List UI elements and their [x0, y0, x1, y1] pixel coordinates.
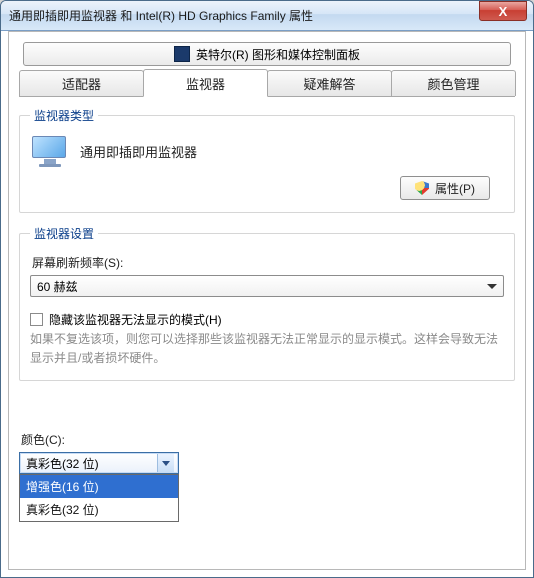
properties-window: 通用即插即用监视器 和 Intel(R) HD Graphics Family … — [0, 0, 534, 578]
monitor-name: 通用即插即用监视器 — [80, 142, 197, 161]
tab-monitor[interactable]: 监视器 — [143, 69, 268, 97]
color-label: 颜色(C): — [21, 431, 515, 448]
close-icon: X — [499, 4, 508, 19]
tab-label: 监视器 — [186, 74, 225, 93]
chevron-down-icon — [162, 461, 170, 466]
group-legend: 监视器设置 — [30, 225, 98, 242]
window-title: 通用即插即用监视器 和 Intel(R) HD Graphics Family … — [9, 7, 479, 24]
refresh-rate-value: 60 赫兹 — [37, 278, 78, 295]
option-label: 增强色(16 位) — [26, 480, 99, 494]
color-select-dropdown-button[interactable] — [157, 454, 174, 472]
tab-adapter[interactable]: 适配器 — [19, 70, 144, 96]
chevron-down-icon — [487, 284, 497, 289]
titlebar[interactable]: 通用即插即用监视器 和 Intel(R) HD Graphics Family … — [1, 1, 533, 31]
intel-control-panel-label: 英特尔(R) 图形和媒体控制面板 — [196, 46, 360, 63]
tab-label: 疑难解答 — [303, 74, 355, 93]
refresh-rate-label: 屏幕刷新频率(S): — [32, 254, 504, 271]
color-select[interactable]: 真彩色(32 位) — [19, 452, 179, 474]
color-option-32bit[interactable]: 真彩色(32 位) — [20, 498, 178, 521]
tabs: 适配器 监视器 疑难解答 颜色管理 — [19, 69, 515, 97]
properties-button[interactable]: 属性(P) — [400, 176, 490, 200]
group-monitor-settings: 监视器设置 屏幕刷新频率(S): 60 赫兹 隐藏该监视器无法显示的模式(H) … — [19, 225, 515, 381]
option-label: 真彩色(32 位) — [26, 503, 99, 517]
hide-modes-label: 隐藏该监视器无法显示的模式(H) — [49, 311, 222, 328]
refresh-rate-select[interactable]: 60 赫兹 — [30, 275, 504, 297]
intel-control-panel-button[interactable]: 英特尔(R) 图形和媒体控制面板 — [23, 42, 511, 66]
group-legend: 监视器类型 — [30, 107, 98, 124]
tab-label: 颜色管理 — [427, 74, 479, 93]
tab-color-management[interactable]: 颜色管理 — [391, 70, 516, 96]
tab-label: 适配器 — [62, 74, 101, 93]
uac-shield-icon — [415, 181, 429, 195]
color-dropdown-list: 增强色(16 位) 真彩色(32 位) — [19, 474, 179, 522]
color-select-value: 真彩色(32 位) — [26, 455, 99, 472]
color-option-16bit[interactable]: 增强色(16 位) — [20, 475, 178, 498]
hide-modes-checkbox[interactable] — [30, 313, 43, 326]
intel-icon — [174, 46, 190, 62]
tab-troubleshoot[interactable]: 疑难解答 — [267, 70, 392, 96]
close-button[interactable]: X — [479, 1, 527, 21]
properties-button-label: 属性(P) — [435, 180, 475, 197]
group-monitor-type: 监视器类型 通用即插即用监视器 属性(P) — [19, 107, 515, 213]
monitor-icon — [32, 136, 68, 166]
client-area: 英特尔(R) 图形和媒体控制面板 适配器 监视器 疑难解答 颜色管理 监视器类型 — [8, 31, 526, 570]
hide-modes-help: 如果不复选该项，则您可以选择那些该监视器无法正常显示的显示模式。这样会导致无法显… — [30, 330, 504, 368]
